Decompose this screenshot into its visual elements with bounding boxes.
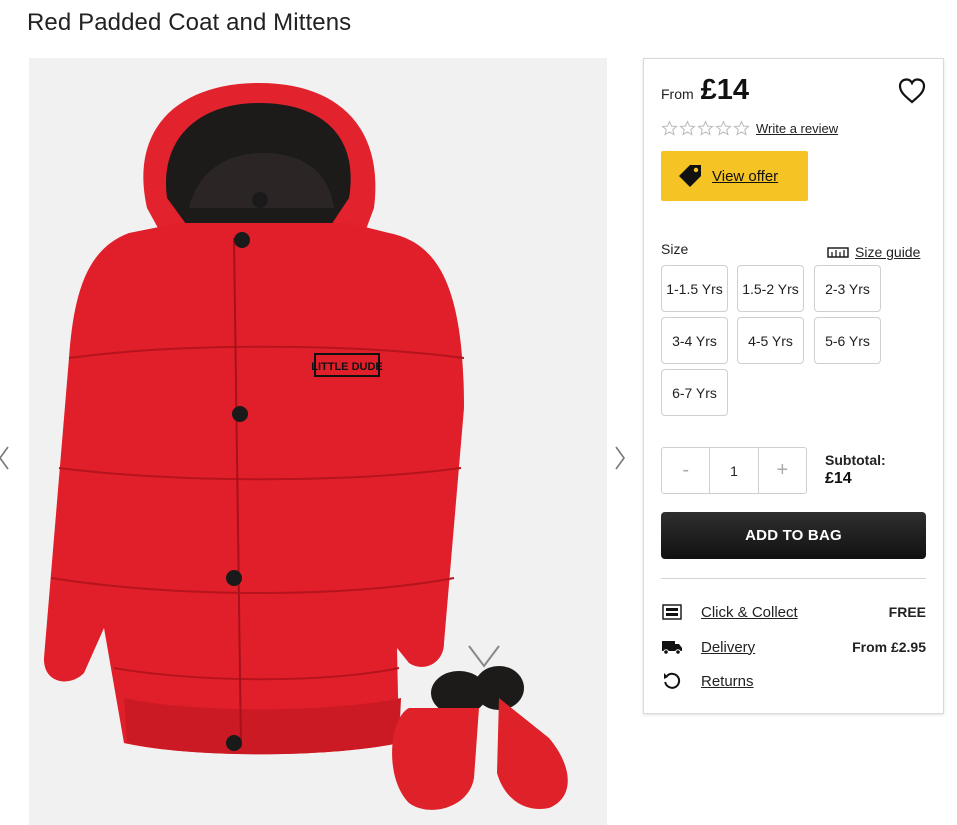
- price-row: From £14: [661, 74, 749, 107]
- price-value: £14: [700, 74, 750, 106]
- size-guide-link[interactable]: Size guide: [827, 244, 920, 260]
- size-option[interactable]: 1-1.5 Yrs: [661, 265, 728, 312]
- star-outline-icon: [733, 120, 750, 136]
- click-collect-row: Click & Collect FREE: [661, 601, 926, 623]
- size-option[interactable]: 6-7 Yrs: [661, 369, 728, 416]
- returns-icon: [661, 670, 683, 692]
- quantity-input[interactable]: 1: [709, 448, 759, 493]
- click-collect-link[interactable]: Click & Collect: [701, 604, 889, 621]
- star-rating: [661, 120, 750, 137]
- star-outline-icon: [679, 120, 696, 136]
- delivery-link[interactable]: Delivery: [701, 639, 852, 656]
- view-offer-label: View offer: [712, 167, 779, 185]
- chevron-right-icon: [615, 446, 625, 470]
- subtotal-label: Subtotal:: [825, 452, 886, 468]
- returns-row: Returns: [661, 670, 926, 692]
- delivery-row: Delivery From £2.95: [661, 636, 926, 658]
- subtotal-value: £14: [825, 470, 852, 487]
- product-image: LITTLE DUDE: [29, 58, 607, 825]
- price-from-label: From: [661, 86, 694, 102]
- size-label: Size: [661, 241, 689, 257]
- image-gallery: LITTLE DUDE: [0, 58, 640, 825]
- size-option[interactable]: 3-4 Yrs: [661, 317, 728, 364]
- star-outline-icon: [661, 120, 678, 136]
- star-outline-icon: [697, 120, 714, 136]
- product-title: Red Padded Coat and Mittens: [27, 9, 352, 36]
- delivery-truck-icon: [661, 636, 683, 658]
- rating-row: Write a review: [661, 120, 838, 137]
- quantity-increase-button[interactable]: +: [759, 448, 806, 493]
- click-collect-icon: [661, 601, 683, 623]
- returns-link[interactable]: Returns: [701, 673, 926, 690]
- heart-icon: [898, 78, 926, 104]
- size-option[interactable]: 4-5 Yrs: [737, 317, 804, 364]
- badge-text: LITTLE DUDE: [311, 361, 383, 373]
- view-offer-button[interactable]: View offer: [661, 151, 808, 201]
- size-option[interactable]: 2-3 Yrs: [814, 265, 881, 312]
- quantity-decrease-button[interactable]: -: [662, 448, 709, 493]
- size-guide-label: Size guide: [855, 244, 921, 260]
- price-tag-icon: [679, 165, 701, 187]
- ruler-icon: [827, 247, 849, 258]
- wishlist-button[interactable]: [897, 76, 927, 106]
- purchase-panel: From £14 Write a review View offer Size …: [643, 58, 944, 714]
- divider: [661, 578, 926, 579]
- delivery-price: From £2.95: [852, 639, 926, 655]
- click-collect-price: FREE: [888, 604, 926, 620]
- next-image-button[interactable]: [610, 438, 630, 478]
- previous-image-button[interactable]: [0, 438, 14, 478]
- write-review-link[interactable]: Write a review: [756, 121, 838, 136]
- chevron-left-icon: [0, 446, 9, 470]
- add-to-bag-button[interactable]: ADD TO BAG: [661, 512, 926, 559]
- subtotal: Subtotal: £14: [825, 452, 886, 488]
- size-option[interactable]: 5-6 Yrs: [814, 317, 881, 364]
- star-outline-icon: [715, 120, 732, 136]
- size-option[interactable]: 1.5-2 Yrs: [737, 265, 804, 312]
- quantity-stepper: - 1 +: [661, 447, 807, 494]
